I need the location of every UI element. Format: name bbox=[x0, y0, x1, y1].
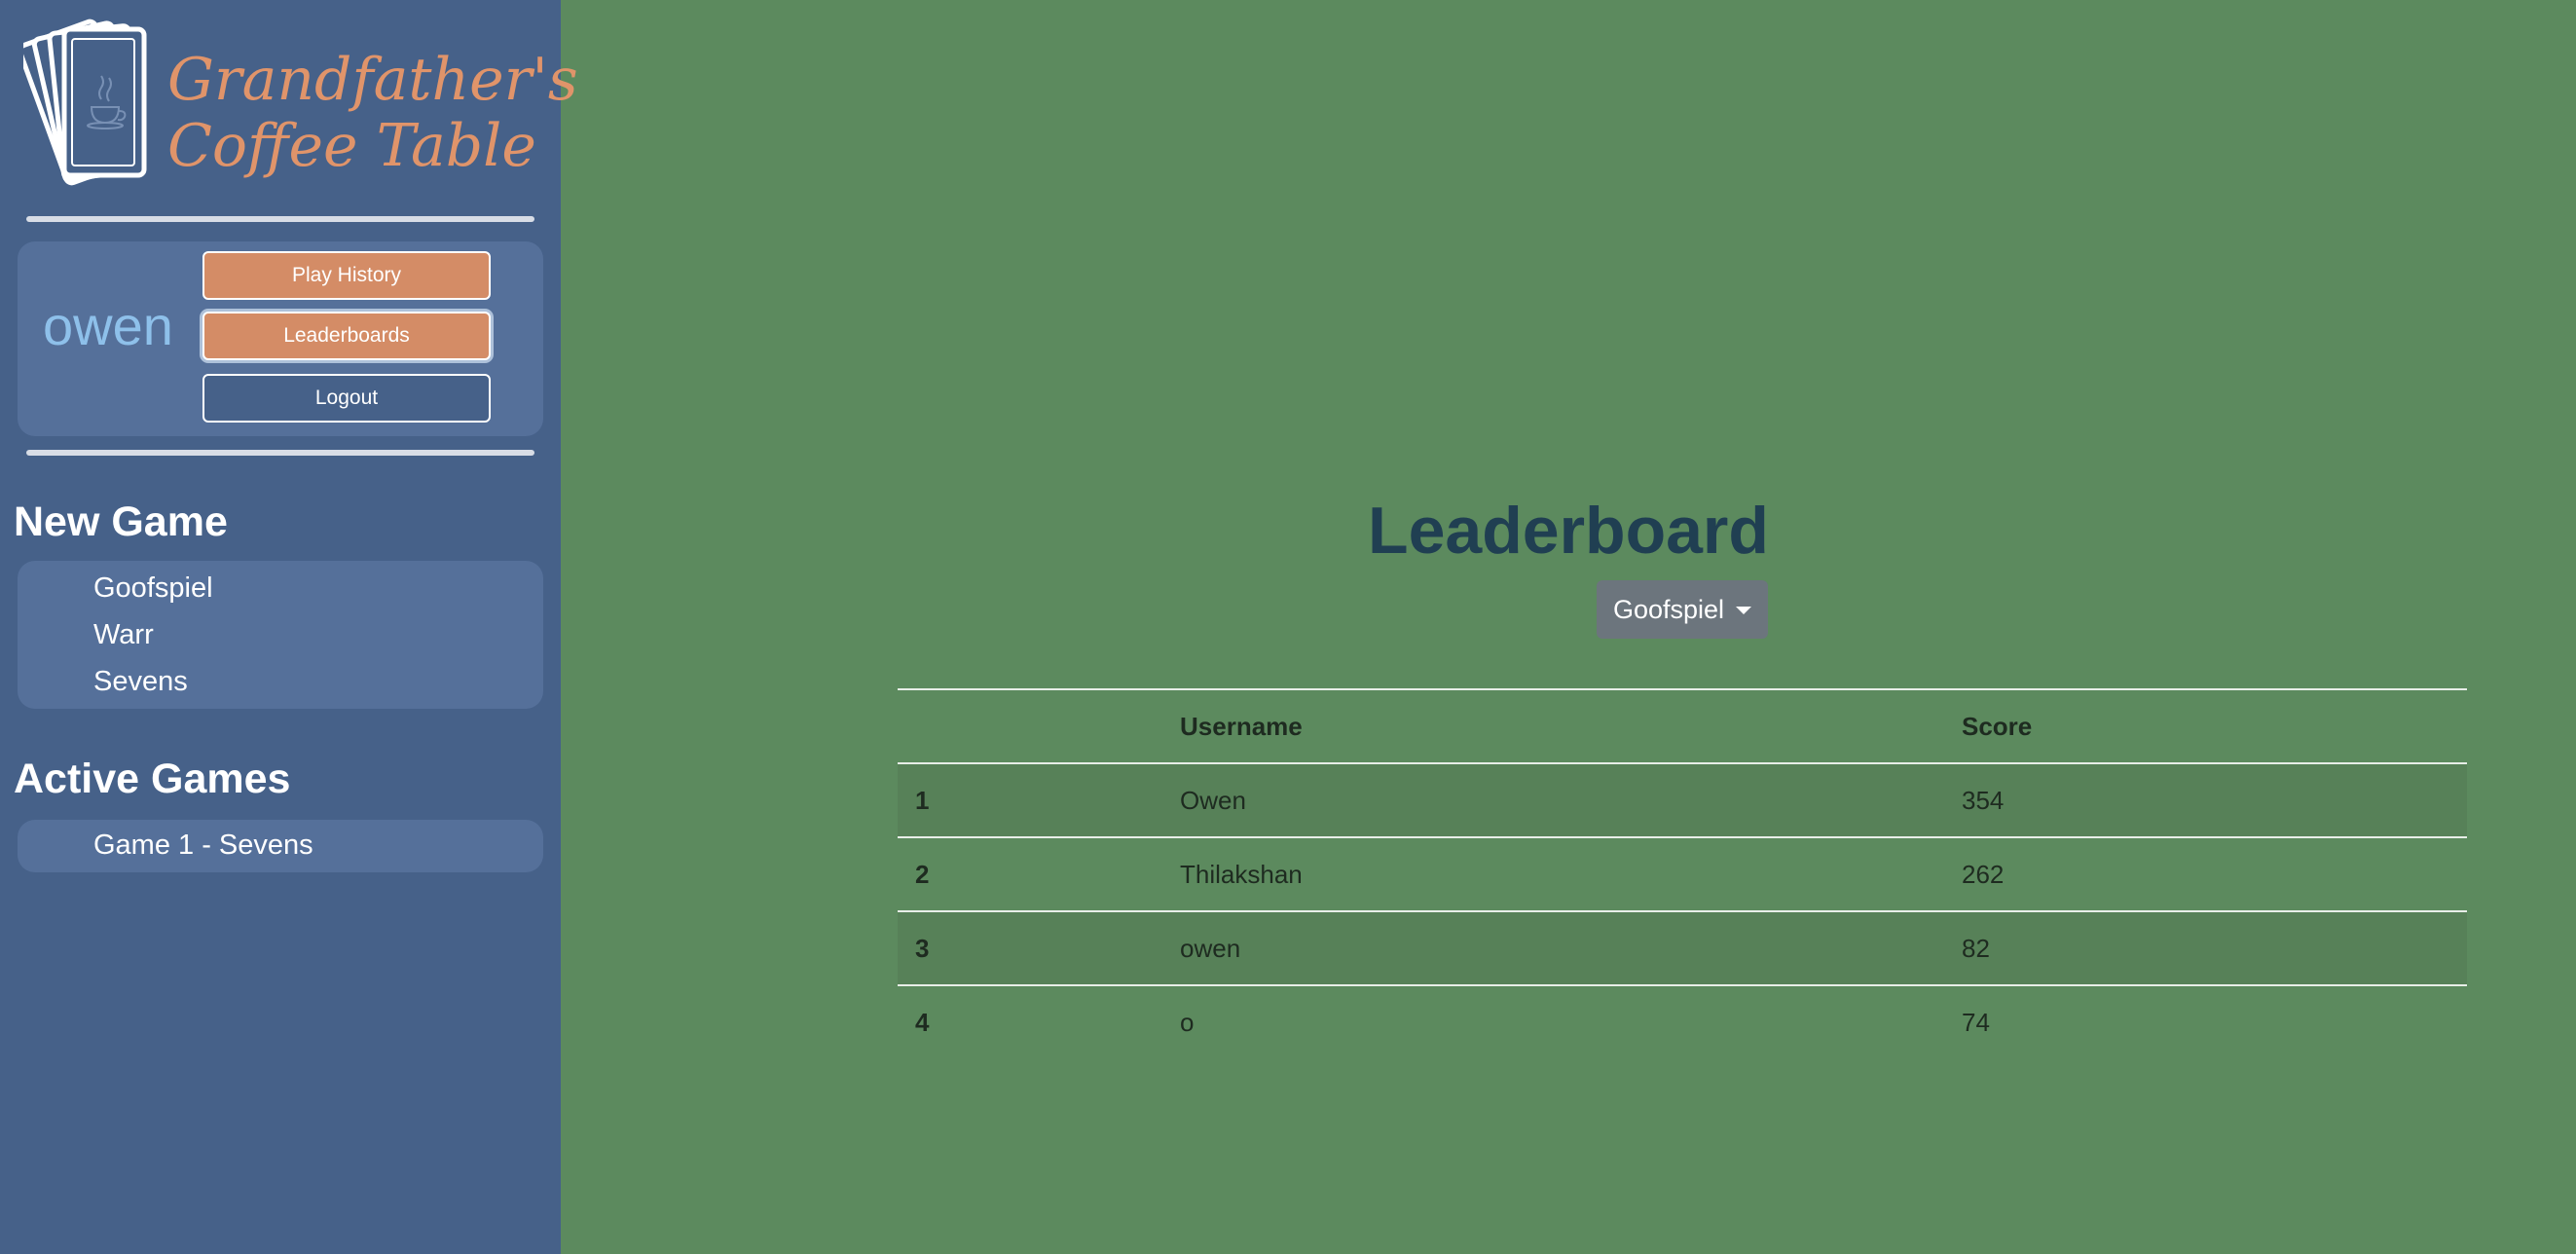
rank-cell: 4 bbox=[915, 1007, 930, 1037]
app-title: Grandfather's Coffee Table bbox=[167, 47, 578, 179]
column-header-username: Username bbox=[1180, 711, 1303, 741]
table-row: 4 o 74 bbox=[898, 986, 2467, 1058]
app-title-line1: Grandfather's bbox=[167, 46, 578, 114]
new-game-list: Goofspiel Warr Sevens bbox=[18, 561, 543, 709]
column-header-score: Score bbox=[1962, 711, 2033, 741]
new-game-item-goofspiel[interactable]: Goofspiel bbox=[93, 572, 213, 605]
caret-down-icon bbox=[1736, 607, 1752, 614]
table-header-row: Username Score bbox=[898, 690, 2467, 762]
game-select-dropdown[interactable]: Goofspiel bbox=[1597, 580, 1768, 639]
page-title: Leaderboard bbox=[1368, 494, 1769, 568]
score-cell: 354 bbox=[1962, 785, 2005, 815]
active-game-item[interactable]: Game 1 - Sevens bbox=[93, 830, 313, 862]
bottom-divider bbox=[26, 450, 534, 456]
rank-cell: 3 bbox=[915, 933, 930, 963]
username-cell: owen bbox=[1180, 933, 1241, 963]
rank-cell: 2 bbox=[915, 859, 930, 889]
new-game-item-sevens[interactable]: Sevens bbox=[93, 666, 188, 698]
active-games-list: Game 1 - Sevens bbox=[18, 820, 543, 872]
sidebar: Grandfather's Coffee Table owen Play His… bbox=[0, 0, 578, 1254]
app-logo[interactable]: Grandfather's Coffee Table bbox=[23, 12, 578, 197]
table-row: 3 owen 82 bbox=[898, 912, 2467, 984]
table-row: 1 Owen 354 bbox=[898, 764, 2467, 836]
username-cell: Owen bbox=[1180, 785, 1246, 815]
app-title-line2: Coffee Table bbox=[167, 112, 536, 180]
new-game-item-warr[interactable]: Warr bbox=[93, 619, 154, 651]
top-divider bbox=[26, 216, 534, 222]
score-cell: 74 bbox=[1962, 1007, 1990, 1037]
game-select-value: Goofspiel bbox=[1612, 594, 1725, 624]
playing-cards-icon bbox=[23, 18, 147, 186]
logout-button[interactable]: Logout bbox=[202, 374, 491, 423]
score-cell: 82 bbox=[1962, 933, 1990, 963]
main-content: Leaderboard Goofspiel Username Score 1 O… bbox=[561, 0, 2576, 1254]
username-label: owen bbox=[43, 295, 173, 356]
active-games-heading: Active Games bbox=[14, 756, 291, 802]
username-cell: o bbox=[1180, 1007, 1195, 1037]
score-cell: 262 bbox=[1962, 859, 2005, 889]
username-cell: Thilakshan bbox=[1180, 859, 1303, 889]
play-history-button[interactable]: Play History bbox=[202, 251, 491, 300]
user-panel: owen Play History Leaderboards Logout bbox=[18, 241, 543, 436]
leaderboards-button[interactable]: Leaderboards bbox=[202, 312, 491, 360]
rank-cell: 1 bbox=[915, 785, 930, 815]
new-game-heading: New Game bbox=[14, 498, 228, 545]
table-row: 2 Thilakshan 262 bbox=[898, 838, 2467, 910]
